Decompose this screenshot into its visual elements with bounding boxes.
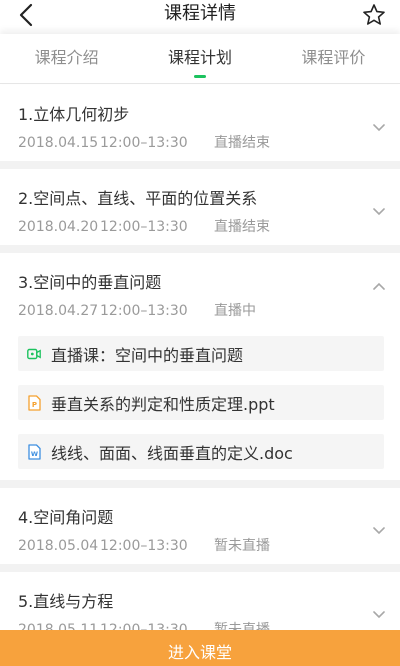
lesson-date: 2018.05.04	[18, 538, 99, 554]
lesson-time: 12:00–13:30	[100, 303, 188, 319]
lesson-status: 暂未直播	[214, 538, 270, 554]
tab-label: 课程介绍	[34, 48, 99, 67]
resource-label: 直播课：空间中的垂直问题	[51, 345, 244, 365]
lesson-status: 直播中	[214, 303, 256, 319]
resource-label: 线线、面面、线面垂直的定义.doc	[51, 443, 293, 463]
lesson-item[interactable]: 1.立体几何初步 2018.04.15 12:00–13:30 直播结束	[0, 85, 400, 169]
lesson-date: 2018.04.20	[18, 219, 99, 235]
live-video-icon	[26, 346, 42, 362]
lesson-title: 2.空间点、直线、平面的位置关系	[18, 189, 258, 208]
star-outline-icon	[363, 4, 385, 25]
word-file-icon: W	[26, 443, 42, 460]
lesson-resources: 直播课：空间中的垂直问题 P 垂直关系的判定和性质定理.ppt W 线线、面面、…	[18, 320, 400, 481]
lesson-date: 2018.04.15	[18, 135, 99, 151]
lesson-item-expanded[interactable]: 3.空间中的垂直问题 2018.04.27 12:00–13:30 直播中 直播课：…	[0, 253, 400, 488]
lesson-list: 1.立体几何初步 2018.04.15 12:00–13:30 直播结束 2.空间点…	[0, 85, 400, 656]
lesson-title: 5.直线与方程	[18, 592, 114, 611]
lesson-status: 直播结束	[214, 135, 270, 151]
lesson-time: 12:00–13:30	[100, 135, 188, 151]
svg-text:W: W	[30, 450, 37, 458]
lesson-title: 3.空间中的垂直问题	[18, 273, 162, 292]
chevron-down-icon[interactable]	[372, 608, 386, 622]
active-tab-indicator	[193, 75, 206, 78]
lesson-meta: 2018.04.15 12:00–13:30 直播结束	[18, 134, 400, 152]
favorite-button[interactable]	[360, 0, 388, 30]
resource-label: 垂直关系的判定和性质定理.ppt	[51, 394, 275, 414]
chevron-down-icon[interactable]	[372, 205, 386, 219]
svg-text:P: P	[31, 401, 36, 409]
lesson-item[interactable]: 4.空间角问题 2018.05.04 12:00–13:30 暂未直播	[0, 488, 400, 572]
lesson-status: 直播结束	[214, 219, 270, 235]
ppt-file-icon: P	[26, 394, 42, 411]
tab-course-reviews[interactable]: 课程评价	[267, 34, 400, 84]
lesson-time: 12:00–13:30	[100, 219, 188, 235]
lesson-title: 1.立体几何初步	[18, 105, 130, 124]
chevron-up-icon[interactable]	[372, 279, 386, 293]
lesson-meta: 2018.04.20 12:00–13:30 直播结束	[18, 218, 400, 236]
lesson-meta: 2018.04.27 12:00–13:30 直播中	[18, 302, 400, 320]
top-nav-bar: 课程详情	[0, 0, 400, 30]
tab-bar: 课程介绍 课程计划 课程评价	[0, 34, 400, 84]
resource-ppt-file[interactable]: P 垂直关系的判定和性质定理.ppt	[18, 385, 384, 420]
chevron-down-icon[interactable]	[372, 121, 386, 135]
lesson-item[interactable]: 2.空间点、直线、平面的位置关系 2018.04.20 12:00–13:30 直播…	[0, 169, 400, 253]
tab-course-plan[interactable]: 课程计划	[133, 34, 266, 84]
tab-label: 课程评价	[301, 48, 366, 67]
lesson-date: 2018.04.27	[18, 303, 99, 319]
lesson-time: 12:00–13:30	[100, 538, 188, 554]
tab-course-intro[interactable]: 课程介绍	[0, 34, 133, 84]
resource-doc-file[interactable]: W 线线、面面、线面垂直的定义.doc	[18, 434, 384, 469]
resource-live-class[interactable]: 直播课：空间中的垂直问题	[18, 336, 384, 371]
lesson-meta: 2018.05.04 12:00–13:30 暂未直播	[18, 537, 400, 555]
page-title: 课程详情	[164, 3, 236, 24]
enter-classroom-button[interactable]: 进入课堂	[0, 630, 400, 666]
lesson-title: 4.空间角问题	[18, 508, 114, 527]
chevron-down-icon[interactable]	[372, 524, 386, 538]
